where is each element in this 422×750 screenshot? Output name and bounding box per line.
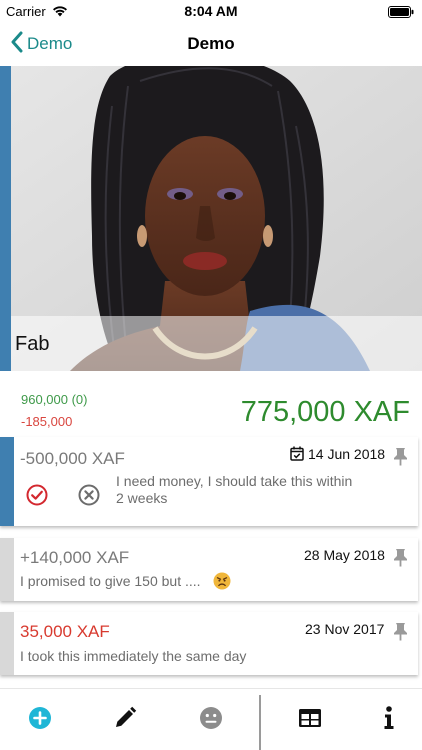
info-icon xyxy=(383,705,395,735)
card-edge xyxy=(0,538,14,601)
transaction-card[interactable]: +140,000 XAF 28 May 2018 I promised to g… xyxy=(0,538,418,601)
info-button[interactable] xyxy=(367,689,411,750)
transaction-date: 28 May 2018 xyxy=(304,547,385,563)
bottom-toolbar xyxy=(0,688,422,750)
photo-accent-bar xyxy=(0,66,11,371)
status-bar: Carrier 8:04 AM xyxy=(0,0,422,22)
add-button[interactable] xyxy=(18,689,62,750)
transaction-card[interactable]: -500,000 XAF 14 Jun 2018 I need money, I… xyxy=(0,437,418,526)
transaction-date: 14 Jun 2018 xyxy=(308,446,386,462)
mood-button[interactable] xyxy=(189,689,233,750)
pin-icon[interactable] xyxy=(393,622,408,646)
table-grid-icon xyxy=(298,708,322,733)
battery-icon xyxy=(388,5,414,23)
approve-circle-icon[interactable] xyxy=(26,484,48,511)
edit-pencil-icon xyxy=(113,706,137,735)
navigation-bar: Demo Demo xyxy=(0,22,422,66)
debit-summary: -185,000 xyxy=(21,414,73,429)
calendar-check-icon xyxy=(290,446,304,466)
card-accent-bar xyxy=(0,437,14,526)
pin-icon[interactable] xyxy=(393,548,408,572)
neutral-face-icon xyxy=(199,706,223,735)
page-title: Demo xyxy=(187,34,235,53)
table-view-button[interactable] xyxy=(288,689,332,750)
transaction-date: 23 Nov 2017 xyxy=(305,621,385,637)
transaction-note: I promised to give 150 but .... xyxy=(20,573,201,589)
credit-summary: 960,000 (0) xyxy=(21,392,88,407)
angry-face-emoji-icon xyxy=(213,572,231,595)
transaction-note-continued: 2 weeks xyxy=(116,490,168,506)
clock: 8:04 AM xyxy=(184,3,238,19)
transaction-card[interactable]: 35,000 XAF 23 Nov 2017 I took this immed… xyxy=(0,612,418,675)
photo-name-overlay xyxy=(11,316,422,371)
card-edge xyxy=(0,612,14,675)
add-circle-icon xyxy=(28,706,52,735)
balance-total: 775,000 XAF xyxy=(240,396,410,428)
edit-button[interactable] xyxy=(103,689,147,750)
transaction-amount: 35,000 XAF xyxy=(20,622,110,641)
profile-name: Fab xyxy=(15,333,50,355)
reject-circle-icon[interactable] xyxy=(78,484,100,511)
transaction-amount: -500,000 XAF xyxy=(20,449,125,468)
toolbar-divider xyxy=(259,695,261,750)
transaction-note: I took this immediately the same day xyxy=(20,648,247,664)
transaction-note: I need money, I should take this within xyxy=(116,473,353,489)
pin-icon[interactable] xyxy=(393,447,408,471)
transaction-amount: +140,000 XAF xyxy=(20,548,130,567)
